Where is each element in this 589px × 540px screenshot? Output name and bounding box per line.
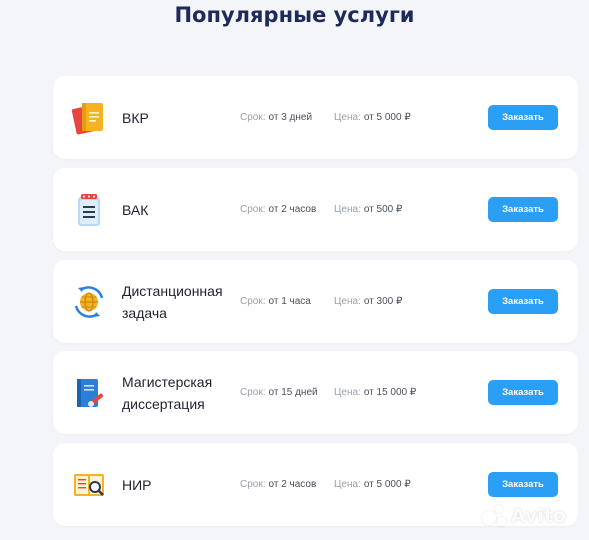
service-term: Срок: от 2 часов — [240, 479, 317, 490]
order-button[interactable]: Заказать — [488, 105, 558, 130]
service-card-remote-task: Дистанционная задача Срок: от 1 часа Цена… — [53, 260, 578, 343]
avito-watermark: Avito — [482, 502, 582, 530]
service-card-vak: ВАК Срок: от 2 часов Цена: от 500 ₽ Заказа… — [53, 168, 578, 251]
service-price: Цена: от 5 000 ₽ — [334, 479, 411, 490]
service-price: Цена: от 15 000 ₽ — [334, 387, 417, 398]
service-price: Цена: от 500 ₽ — [334, 204, 403, 215]
service-term: Срок: от 2 часов — [240, 204, 317, 215]
watermark-text: Avito — [511, 505, 567, 527]
service-name: ВАК — [122, 201, 149, 218]
service-name: ВКР — [122, 109, 149, 126]
service-name: Дистанционная задача — [122, 282, 223, 321]
service-price: Цена: от 300 ₽ — [334, 296, 403, 307]
service-card-vkr: ВКР Срок: от 3 дней Цена: от 5 000 ₽ Заказ… — [53, 76, 578, 159]
service-name: НИР — [122, 476, 152, 493]
order-button[interactable]: Заказать — [488, 380, 558, 405]
order-button[interactable]: Заказать — [488, 472, 558, 497]
service-price: Цена: от 5 000 ₽ — [334, 112, 411, 123]
service-term: Срок: от 3 дней — [240, 112, 313, 123]
service-card-master-thesis: Магистерская диссертация Срок: от 15 дней… — [53, 351, 578, 434]
open-book-magnifier-icon — [71, 467, 107, 503]
notepad-icon — [71, 192, 107, 228]
page-title: Популярные услуги — [174, 3, 415, 27]
service-term: Срок: от 15 дней — [240, 387, 318, 398]
order-button[interactable]: Заказать — [488, 197, 558, 222]
globe-icon — [71, 284, 107, 320]
service-name: Магистерская диссертация — [122, 373, 213, 412]
avito-logo-icon — [482, 505, 508, 527]
service-term: Срок: от 1 часа — [240, 296, 311, 307]
notebook-icon — [71, 100, 107, 136]
order-button[interactable]: Заказать — [488, 289, 558, 314]
book-pen-icon — [71, 375, 107, 411]
